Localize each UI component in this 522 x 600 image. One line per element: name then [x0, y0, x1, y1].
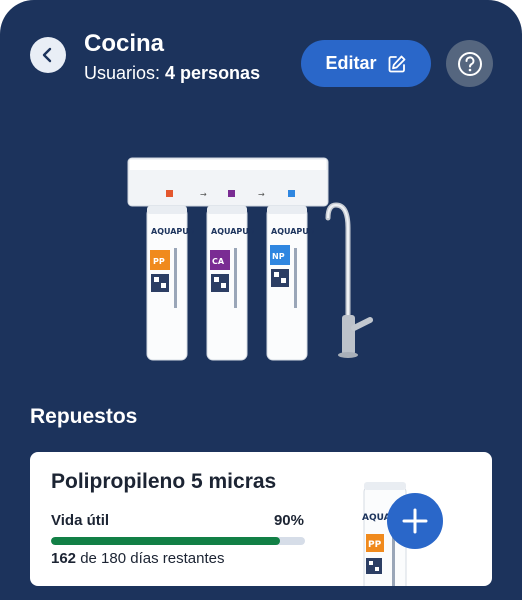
svg-text:AQUAPUR: AQUAPUR	[151, 227, 195, 236]
edit-icon	[388, 55, 405, 72]
users-value: 4 personas	[165, 63, 261, 83]
plus-icon	[402, 508, 428, 534]
filter-cartridge-pp: AQUAPUR PP	[146, 206, 195, 361]
filter-cartridge-np: AQUAPUR NP	[266, 206, 315, 361]
faucet	[325, 202, 373, 358]
section-title: Repuestos	[30, 405, 138, 428]
life-label: Vida útil	[51, 512, 110, 529]
chevron-left-icon	[42, 47, 52, 63]
svg-text:AQUAPUR: AQUAPUR	[271, 227, 315, 236]
days-remaining-value: 162	[51, 550, 77, 567]
days-remaining: 162 de 180 días restantes	[51, 550, 224, 567]
days-remaining-label: de 180 días restantes	[76, 550, 225, 567]
help-icon	[457, 51, 482, 76]
part-name: Polipropileno 5 micras	[51, 470, 277, 493]
thumb-code: PP	[368, 540, 382, 550]
users-label: Usuarios:	[84, 63, 166, 83]
water-filter-image: → → AQUAPUR PP AQUAPUR CA AQUAPUR NP	[127, 157, 373, 361]
svg-text:PP: PP	[153, 257, 165, 266]
screen: Cocina Usuarios: 4 personas Editar → → A…	[0, 0, 522, 600]
svg-text:→: →	[200, 190, 207, 199]
help-button[interactable]	[446, 40, 493, 87]
users-count: Usuarios: 4 personas	[84, 63, 260, 84]
back-button[interactable]	[30, 37, 66, 73]
page-title: Cocina	[84, 30, 165, 57]
edit-button-label: Editar	[325, 53, 377, 73]
life-progress-bar	[51, 537, 305, 545]
life-progress-fill	[51, 537, 280, 545]
add-part-button[interactable]	[387, 493, 443, 549]
life-percent: 90%	[273, 512, 304, 529]
svg-text:AQUAPUR: AQUAPUR	[211, 227, 255, 236]
svg-text:NP: NP	[272, 252, 285, 261]
svg-text:CA: CA	[212, 257, 225, 266]
filter-cartridge-ca: AQUAPUR CA	[206, 206, 255, 361]
edit-button[interactable]: Editar	[301, 40, 431, 87]
svg-text:→: →	[258, 190, 265, 199]
